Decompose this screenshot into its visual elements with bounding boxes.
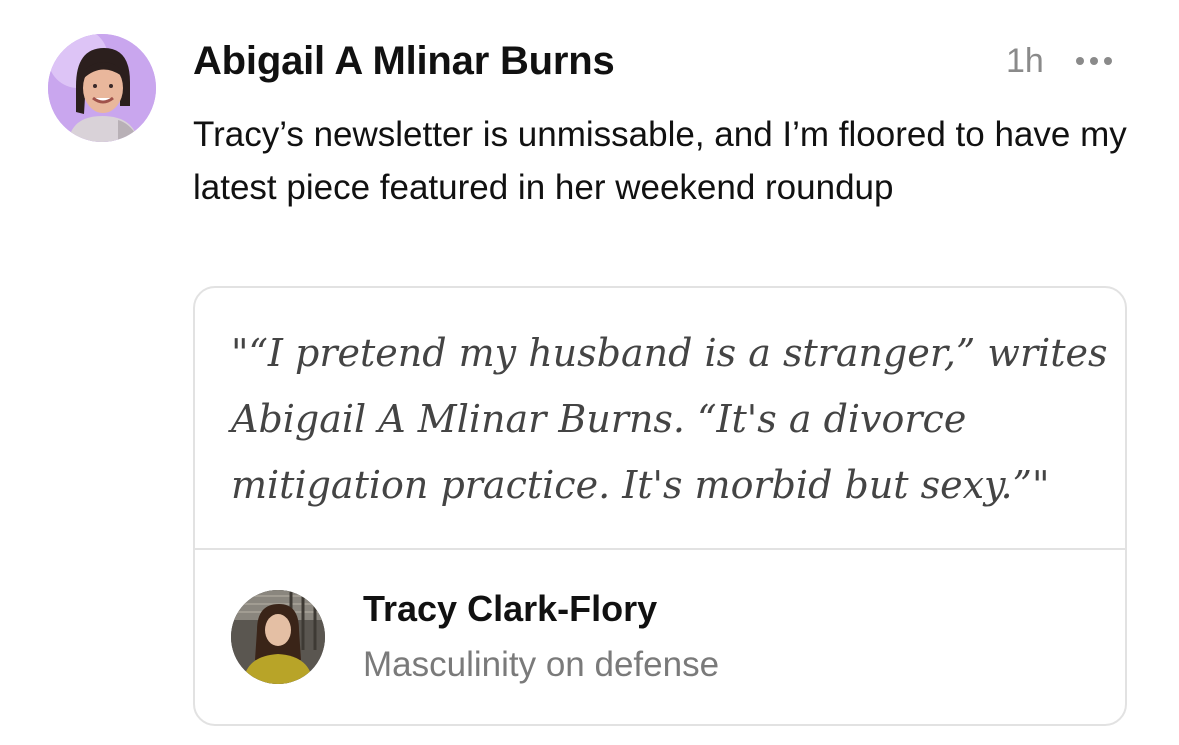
quote-author-avatar[interactable]	[231, 590, 325, 684]
author-avatar[interactable]	[48, 34, 156, 142]
quote-card[interactable]: "“I pretend my husband is a stranger,” w…	[193, 286, 1127, 726]
quote-text: "“I pretend my husband is a stranger,” w…	[231, 331, 1108, 507]
author-name[interactable]: Abigail A Mlinar Burns	[193, 38, 615, 84]
author-avatar-photo-icon	[48, 34, 156, 142]
note-body-text: Tracy’s newsletter is unmissable, and I’…	[193, 115, 1127, 207]
more-options-icon	[1076, 57, 1084, 65]
note-post: Abigail A Mlinar Burns 1h Tracy’s newsle…	[0, 0, 1179, 745]
more-options-dot	[1090, 57, 1098, 65]
quote-card-divider	[195, 548, 1125, 550]
quote-author-avatar-photo-icon	[231, 590, 325, 684]
timestamp: 1h	[1006, 42, 1044, 80]
quote-post-title[interactable]: Masculinity on defense	[363, 644, 719, 686]
quote-author-name[interactable]: Tracy Clark-Flory	[363, 588, 657, 630]
more-options-button[interactable]	[1068, 46, 1120, 76]
more-options-dot	[1104, 57, 1112, 65]
